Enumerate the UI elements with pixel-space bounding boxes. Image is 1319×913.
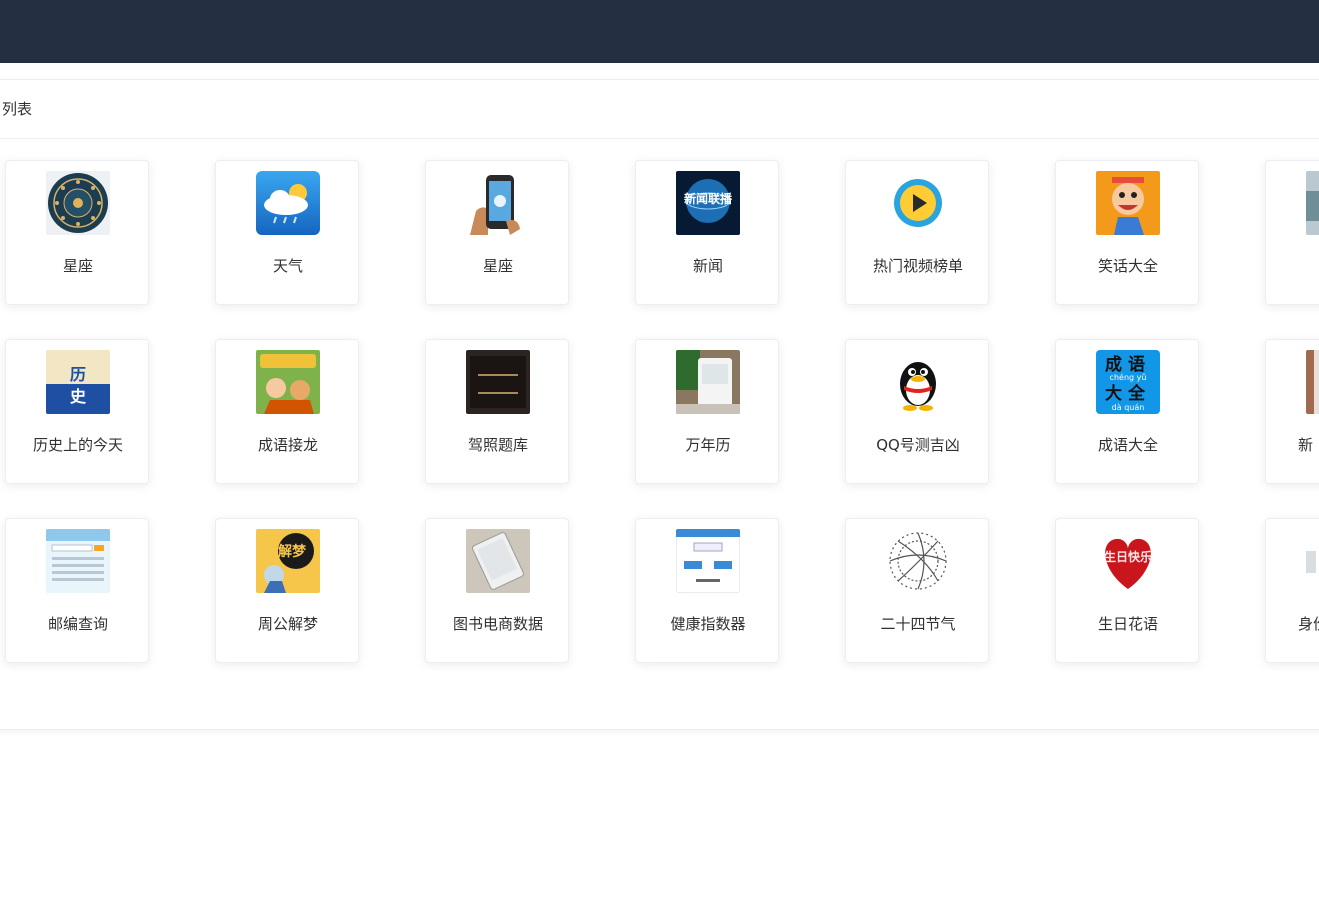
tile-label: 天气 — [272, 257, 303, 275]
tile-label: 万年历 — [685, 436, 731, 454]
tile-grid: 星座 天气 星座 新闻联播 新闻 热门视频榜单 笑话大全 历 史 历史上的今天 … — [0, 80, 1319, 729]
tile-idiom-chain[interactable]: 成语接龙 — [215, 339, 359, 484]
list-panel: 列表 星座 天气 星座 新闻联播 新闻 热门视频榜单 笑话大全 历 史 历史上的… — [0, 79, 1319, 730]
tile-partial-3[interactable]: 身份 — [1265, 518, 1319, 663]
tile-birthday-flower[interactable]: 生日快乐 生日花语 — [1055, 518, 1199, 663]
tile-perpetual-calendar[interactable]: 万年历 — [635, 339, 779, 484]
tile-partial-1[interactable] — [1265, 160, 1319, 305]
video-play-icon — [886, 171, 950, 235]
license-icon — [466, 350, 530, 414]
svg-text:成语: 成语 — [1105, 354, 1151, 375]
tile-solar-terms[interactable]: 二十四节气 — [845, 518, 989, 663]
partial-icon — [1306, 171, 1319, 235]
tile-label: 新闻 — [692, 257, 723, 275]
phone-icon — [466, 171, 530, 235]
tile-history-today[interactable]: 历史 历史上的今天 — [5, 339, 149, 484]
tile-label: 健康指数器 — [670, 615, 746, 633]
tile-zodiac-phone[interactable]: 星座 — [425, 160, 569, 305]
jokes-icon — [1096, 171, 1160, 235]
weather-icon — [256, 171, 320, 235]
dream-icon: 解梦 — [256, 529, 320, 593]
history-book-icon: 历史 — [46, 350, 110, 414]
tile-zodiac[interactable]: 星座 — [5, 160, 149, 305]
tile-label: 周公解梦 — [257, 615, 318, 633]
tile-idiom-dictionary[interactable]: 成语 chéng yǔ 大全 dà quán 成语大全 — [1055, 339, 1199, 484]
svg-text:解梦: 解梦 — [278, 543, 307, 560]
news-icon: 新闻联播 — [676, 171, 740, 235]
birthday-flower-icon: 生日快乐 — [1096, 529, 1160, 593]
tile-dream-interpretation[interactable]: 解梦 周公解梦 — [215, 518, 359, 663]
tile-label: 成语大全 — [1097, 436, 1158, 454]
svg-text:chéng yǔ: chéng yǔ — [1110, 372, 1147, 382]
zodiac-icon — [46, 171, 110, 235]
tile-health-index[interactable]: 健康指数器 — [635, 518, 779, 663]
top-navbar — [0, 0, 1319, 63]
ebook-reader-icon — [466, 529, 530, 593]
tile-weather[interactable]: 天气 — [215, 160, 359, 305]
idiom-dictionary-icon: 成语 chéng yǔ 大全 dà quán — [1096, 350, 1160, 414]
postcode-icon — [46, 529, 110, 593]
svg-text:大全: 大全 — [1105, 383, 1151, 404]
qq-penguin-icon — [886, 350, 950, 414]
tile-label: 图书电商数据 — [452, 615, 543, 633]
solar-terms-icon — [886, 529, 950, 593]
tile-label: 新 — [1298, 436, 1314, 454]
tile-label: QQ号测吉凶 — [876, 436, 960, 454]
idiom-book-icon — [256, 350, 320, 414]
svg-text:生日快乐: 生日快乐 — [1104, 549, 1152, 564]
tile-label: 热门视频榜单 — [872, 257, 963, 275]
health-calculator-icon — [676, 529, 740, 593]
tile-label: 星座 — [482, 257, 513, 275]
tile-label: 历史上的今天 — [32, 436, 123, 454]
svg-text:史: 史 — [70, 387, 87, 406]
svg-text:dà quán: dà quán — [1112, 403, 1145, 412]
tile-hot-videos[interactable]: 热门视频榜单 — [845, 160, 989, 305]
calendar-device-icon — [676, 350, 740, 414]
tile-book-ecommerce[interactable]: 图书电商数据 — [425, 518, 569, 663]
tile-label: 成语接龙 — [257, 436, 318, 454]
partial-icon — [1306, 529, 1319, 593]
svg-text:新闻联播: 新闻联播 — [684, 191, 733, 206]
tile-label: 身份 — [1298, 615, 1319, 633]
tile-partial-2[interactable]: 新 — [1265, 339, 1319, 484]
tile-postcode[interactable]: 邮编查询 — [5, 518, 149, 663]
tile-news[interactable]: 新闻联播 新闻 — [635, 160, 779, 305]
partial-icon — [1306, 350, 1319, 414]
tile-driver-exam[interactable]: 驾照题库 — [425, 339, 569, 484]
tile-jokes[interactable]: 笑话大全 — [1055, 160, 1199, 305]
svg-text:历: 历 — [70, 365, 86, 384]
tile-label: 星座 — [62, 257, 93, 275]
tile-label: 二十四节气 — [880, 615, 956, 633]
tile-label: 驾照题库 — [467, 436, 528, 454]
tile-label: 生日花语 — [1097, 615, 1158, 633]
tile-label: 笑话大全 — [1097, 257, 1158, 275]
tile-qq-fortune[interactable]: QQ号测吉凶 — [845, 339, 989, 484]
tile-label: 邮编查询 — [47, 615, 108, 633]
